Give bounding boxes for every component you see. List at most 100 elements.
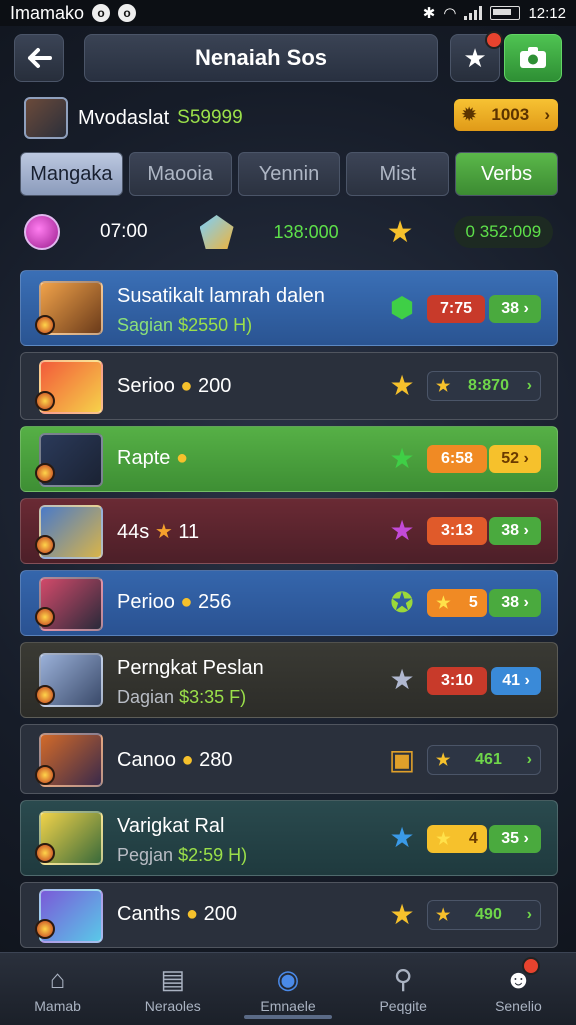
level-badge-icon: [35, 685, 55, 705]
time-pill: ★ 4: [427, 825, 487, 853]
time-pill: 6:58: [427, 445, 487, 473]
profile-money: S59999: [177, 107, 243, 128]
level-badge-icon: [35, 765, 55, 785]
nav-label: Emnaele: [260, 998, 316, 1014]
row-name: Canoo ● 280: [117, 749, 233, 771]
gold-coin-icon: ✪: [390, 587, 414, 618]
back-button[interactable]: [14, 34, 64, 82]
time-pill: 3:10: [427, 667, 487, 695]
list-item[interactable]: Canths ● 200 ★ ★ 490 ›: [20, 882, 558, 948]
stat-value-a: 138:000: [273, 221, 339, 242]
nav-neraoles[interactable]: ▤ Neraoles: [115, 953, 230, 1025]
nav-label: Peqgite: [379, 998, 427, 1014]
level-badge-icon: [35, 535, 55, 555]
row-name: Rapte ●: [117, 447, 189, 469]
list-item[interactable]: Canoo ● 280 ▣ ★ 461 ›: [20, 724, 558, 794]
list-item[interactable]: Serioo ● 200 ★ ★ 8:870 ›: [20, 352, 558, 420]
count-pill[interactable]: 35 ›: [489, 825, 541, 853]
profile-bar: Mvodaslat S59999 ✹ 1003 ›: [24, 96, 560, 140]
blue-star-icon: ★: [389, 822, 415, 853]
home-icon: ⌂: [49, 963, 66, 994]
reward-pill[interactable]: ★ 461 ›: [427, 745, 541, 775]
level-badge-icon: [35, 463, 55, 483]
status-bar: Imamako o o ✱ ◠ 12:12: [0, 0, 576, 26]
profile-name: Mvodaslat: [78, 106, 170, 129]
level-badge-icon: [35, 607, 55, 627]
tab-maooia[interactable]: Maooia: [128, 152, 232, 196]
list-item[interactable]: 44s ★ 11 ★ 3:13 38 ›: [20, 498, 558, 564]
list-item[interactable]: Perioo ● 256 ✪ ★ 5 38 ›: [20, 570, 558, 636]
avatar[interactable]: [24, 97, 68, 139]
chest-icon: ▣: [388, 744, 416, 775]
coins-button[interactable]: ✹ 1003 ›: [454, 99, 558, 131]
top-bar: Nenaiah Sos ★: [14, 31, 562, 84]
tab-bar: Mangaka Maooia Yennin Mist Verbs: [20, 152, 558, 196]
reward-pill[interactable]: ★ 8:870 ›: [427, 371, 541, 401]
bottom-nav: ⌂ Mamab ▤ Neraoles ◉ Emnaele ⚲ Peqgite ☻…: [0, 952, 576, 1025]
time-pill: 7:75: [427, 295, 485, 323]
page-title: Nenaiah Sos: [84, 34, 438, 82]
time-pill: 3:13: [427, 517, 487, 545]
stats-bar: 07:00 138:000 ★ 0 352:009: [24, 208, 554, 256]
camera-button[interactable]: [504, 34, 562, 82]
row-name: Varigkat Ral: [117, 815, 225, 837]
list-item[interactable]: Varigkat Ral Pegjan $2:59 H) ★ ★ 4 35 ›: [20, 800, 558, 876]
green-gem-icon: ⬢: [389, 292, 415, 323]
row-name: Perngkat Peslan: [117, 657, 264, 679]
nav-senelio[interactable]: ☻ Senelio: [461, 953, 576, 1025]
tab-verbs[interactable]: Verbs: [455, 152, 558, 196]
nav-emnaele[interactable]: ◉ Emnaele: [230, 953, 345, 1025]
star-icon: ★: [386, 215, 414, 249]
timer: 07:00: [100, 221, 148, 242]
favorites-button[interactable]: ★: [450, 31, 503, 82]
tab-mist[interactable]: Mist: [346, 152, 450, 196]
nav-label: Mamab: [34, 998, 81, 1014]
signal-icon: [464, 6, 483, 20]
arrow-left-icon: [28, 48, 52, 68]
star-icon: ★: [463, 42, 487, 73]
bluetooth-icon: ✱: [422, 5, 436, 22]
reward-pill[interactable]: ★ 490 ›: [427, 900, 541, 930]
green-star-icon: ★: [389, 443, 415, 474]
row-subtitle: Dagian $3:35 F): [117, 687, 247, 707]
notification-badge: [485, 31, 503, 49]
silver-star-icon: ★: [389, 664, 415, 695]
count-pill[interactable]: 41 ›: [491, 667, 541, 695]
row-name: Canths ● 200: [117, 903, 237, 925]
clock: 12:12: [528, 4, 566, 22]
list-item[interactable]: Rapte ● ★ 6:58 52 ›: [20, 426, 558, 492]
row-subtitle: Pegjan $2:59 H): [117, 845, 248, 865]
count-pill[interactable]: 52 ›: [489, 445, 541, 473]
gem-icon: [199, 215, 234, 249]
stat-value-b: 0 352:009: [453, 216, 554, 248]
cards-icon: ▤: [160, 963, 186, 994]
star-icon: ★: [389, 370, 415, 401]
nav-mamab[interactable]: ⌂ Mamab: [0, 953, 115, 1025]
list-item[interactable]: Susatikalt lamrah dalen Sagian $2550 H) …: [20, 270, 558, 346]
purple-star-icon: ★: [389, 515, 415, 546]
chevron-right-icon: ›: [544, 105, 550, 124]
wifi-icon: ◠: [443, 5, 457, 22]
level-badge-icon: [35, 391, 55, 411]
tab-mangaka[interactable]: Mangaka: [20, 152, 123, 196]
orb-icon: [24, 214, 60, 250]
star-icon: ★: [389, 899, 415, 930]
row-name: Serioo ● 200: [117, 375, 232, 397]
count-pill[interactable]: 38 ›: [489, 295, 541, 323]
battery-icon: [490, 6, 521, 20]
level-badge-icon: [35, 919, 55, 939]
count-pill[interactable]: 38 ›: [489, 517, 541, 545]
carrier-label: Imamako: [10, 2, 85, 23]
nav-peqgite[interactable]: ⚲ Peqgite: [346, 953, 461, 1025]
list-item[interactable]: Perngkat Peslan Dagian $3:35 F) ★ 3:10 4…: [20, 642, 558, 718]
search-icon: ⚲: [393, 963, 413, 994]
nav-label: Senelio: [495, 998, 542, 1014]
count-pill[interactable]: 38 ›: [489, 589, 541, 617]
time-pill: ★ 5: [427, 589, 487, 617]
nav-label: Neraoles: [144, 998, 201, 1014]
notification-icon-2: o: [118, 4, 137, 22]
row-name: Perioo ● 256: [117, 591, 232, 613]
tab-yennin[interactable]: Yennin: [237, 152, 341, 196]
row-name: Susatikalt lamrah dalen: [117, 285, 325, 307]
coins-value: 1003: [491, 105, 530, 124]
